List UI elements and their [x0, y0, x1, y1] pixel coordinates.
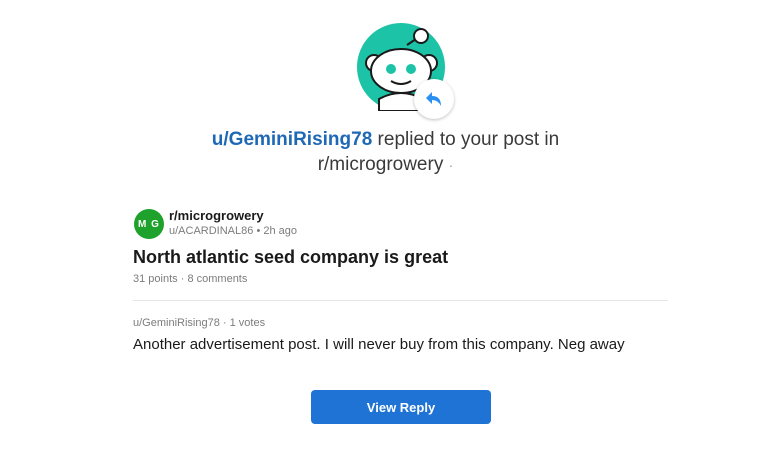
post-subreddit-link[interactable]: r/microgrowery	[169, 208, 264, 223]
reply-body: Another advertisement post. I will never…	[133, 336, 625, 353]
meta-separator: •	[256, 225, 261, 237]
reply-votes: 1 votes	[229, 317, 266, 329]
divider	[133, 300, 668, 301]
replier-username-link[interactable]: u/GeminiRising78	[212, 129, 372, 150]
post-comments[interactable]: 8 comments	[187, 273, 247, 285]
reply-author[interactable]: u/GeminiRising78	[133, 317, 220, 329]
reply-arrow-icon	[426, 92, 441, 106]
action-text: replied to your post in	[377, 129, 560, 150]
post-points: 31 points	[133, 273, 178, 285]
stats-separator: ·	[180, 273, 185, 285]
notification-email: u/GeminiRising78 replied to your post in…	[0, 0, 771, 449]
post-meta: u/ACARDINAL86 • 2h ago	[169, 225, 297, 237]
separator-dot: ·	[448, 157, 454, 173]
reply-meta-separator: ·	[222, 317, 227, 329]
post-author[interactable]: u/ACARDINAL86	[169, 225, 253, 237]
avatar	[357, 23, 457, 123]
subreddit-icon: M G	[134, 209, 164, 239]
post-title[interactable]: North atlantic seed company is great	[133, 247, 448, 268]
headline-subreddit[interactable]: r/microgrowery	[318, 154, 444, 175]
post-time: 2h ago	[263, 225, 298, 237]
notification-headline: u/GeminiRising78 replied to your post in…	[0, 127, 771, 178]
post-stats: 31 points · 8 comments	[133, 273, 247, 285]
reply-meta: u/GeminiRising78 · 1 votes	[133, 317, 265, 329]
reply-badge	[414, 79, 454, 119]
view-reply-button[interactable]: View Reply	[311, 390, 491, 424]
